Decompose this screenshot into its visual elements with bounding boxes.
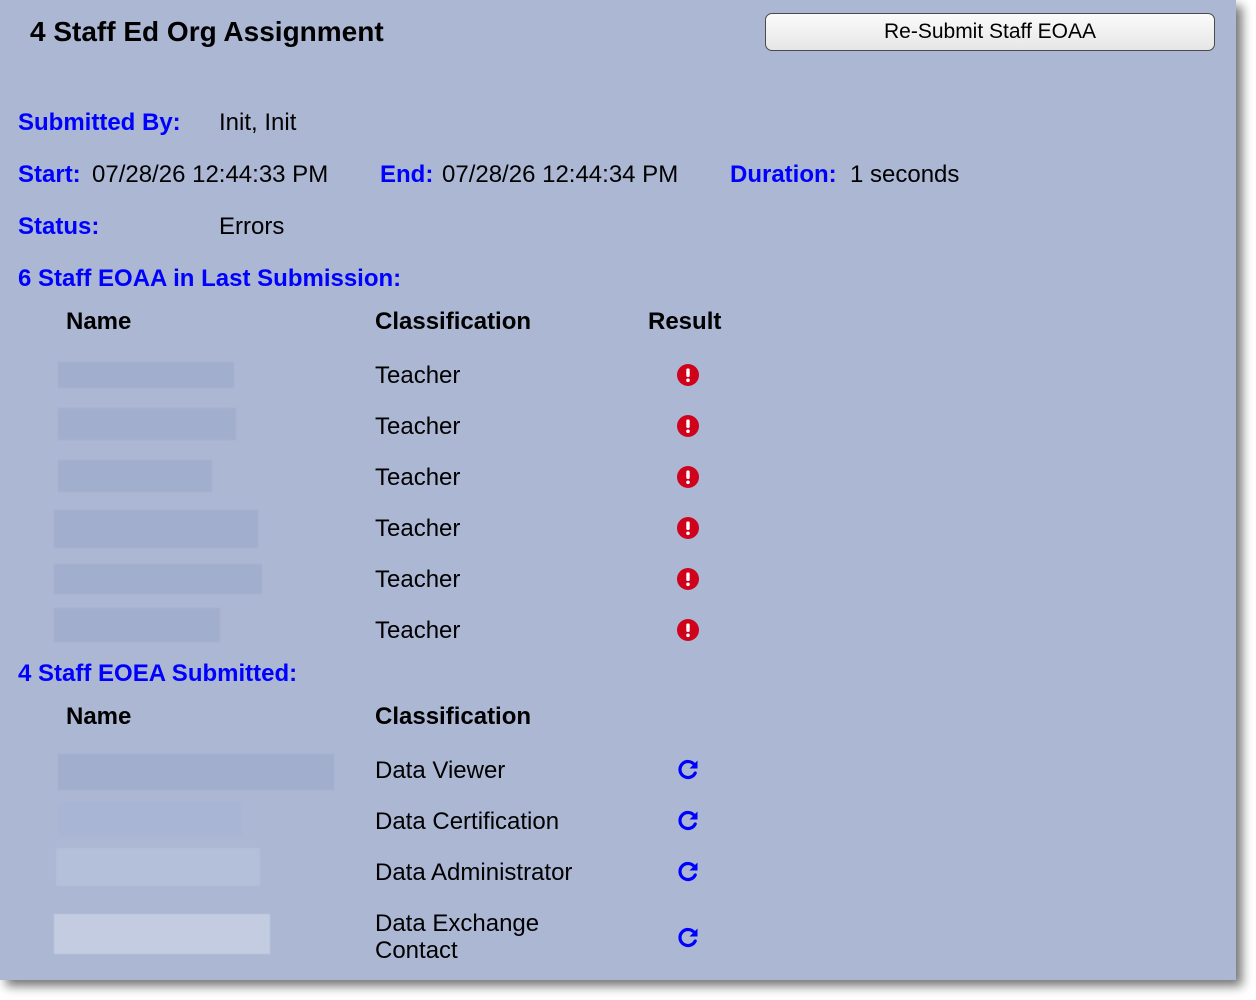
redacted-name <box>58 802 242 836</box>
column-header-classification: Classification <box>375 703 532 730</box>
classification-cell: Data Administrator <box>375 859 573 886</box>
classification-cell: Data Viewer <box>375 757 506 784</box>
redacted-name <box>58 362 234 388</box>
classification-cell: Teacher <box>375 362 461 389</box>
error-icon <box>677 364 699 386</box>
error-icon <box>677 517 699 539</box>
end-label: End: <box>380 161 434 188</box>
redacted-name <box>58 754 334 790</box>
status-label: Status: <box>18 213 100 240</box>
status-value: Errors <box>219 213 285 240</box>
classification-cell: Data Exchange Contact <box>375 910 539 964</box>
redacted-name <box>54 510 258 548</box>
start-value: 07/28/26 12:44:33 PM <box>92 161 329 188</box>
refresh-icon[interactable] <box>676 926 700 950</box>
classification-line: Data Exchange <box>375 910 540 937</box>
redacted-name <box>58 460 212 492</box>
end-value: 07/28/26 12:44:34 PM <box>442 161 679 188</box>
submitted-by-value: Init, Init <box>219 109 297 136</box>
error-icon <box>677 619 699 641</box>
column-header-result: Result <box>648 308 722 335</box>
redacted-name <box>58 408 236 440</box>
error-icon <box>677 466 699 488</box>
duration-value: 1 seconds <box>850 161 960 188</box>
last-submission-heading: 6 Staff EOAA in Last Submission: <box>18 265 402 292</box>
classification-cell: Teacher <box>375 515 461 542</box>
classification-line: Contact <box>375 937 458 964</box>
classification-cell: Teacher <box>375 413 461 440</box>
redacted-name <box>54 564 262 594</box>
classification-cell: Teacher <box>375 617 461 644</box>
refresh-icon[interactable] <box>676 809 700 833</box>
error-icon <box>677 568 699 590</box>
refresh-icon[interactable] <box>676 758 700 782</box>
refresh-icon[interactable] <box>676 860 700 884</box>
classification-cell: Teacher <box>375 566 461 593</box>
column-header-name: Name <box>66 703 132 730</box>
resubmit-button[interactable]: Re-Submit Staff EOAA <box>765 13 1215 51</box>
redacted-name <box>54 608 220 642</box>
redacted-name <box>56 848 260 886</box>
classification-cell: Data Certification <box>375 808 560 835</box>
duration-label: Duration: <box>730 161 837 188</box>
page-title: 4 Staff Ed Org Assignment <box>30 16 384 47</box>
start-label: Start: <box>18 161 81 188</box>
submitted-by-label: Submitted By: <box>18 109 181 136</box>
redacted-name <box>54 914 270 954</box>
column-header-classification: Classification <box>375 308 532 335</box>
submission-panel: 4 Staff Ed Org Assignment Re-Submit Staf… <box>0 0 1236 980</box>
column-header-name: Name <box>66 308 132 335</box>
submitted-heading: 4 Staff EOEA Submitted: <box>18 660 298 687</box>
error-icon <box>677 415 699 437</box>
classification-cell: Teacher <box>375 464 461 491</box>
